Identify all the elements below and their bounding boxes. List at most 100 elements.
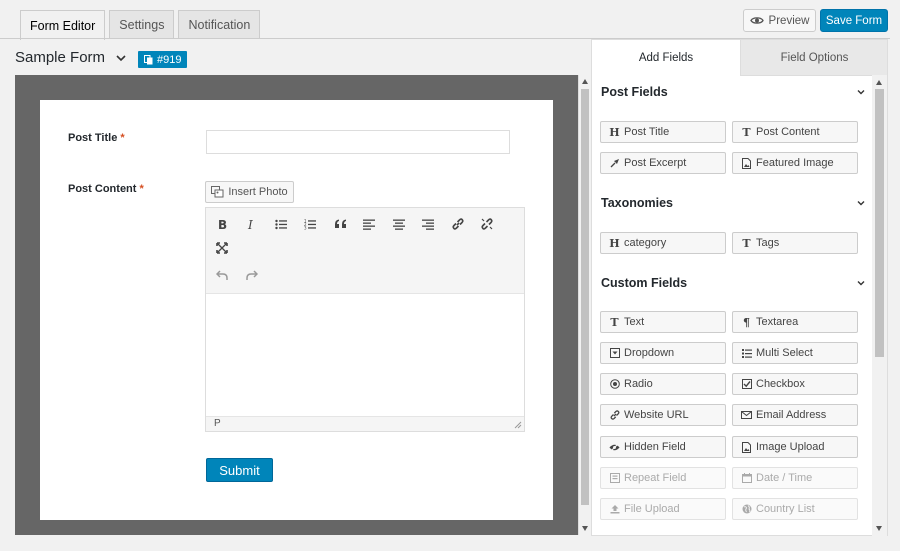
repeat-icon <box>609 473 620 484</box>
field-multi-select[interactable]: Multi Select <box>732 342 858 364</box>
undo-icon[interactable] <box>212 265 232 285</box>
insert-photo-button[interactable]: Insert Photo <box>205 181 294 203</box>
image-icon <box>741 157 752 169</box>
chevron-down-icon[interactable] <box>857 199 865 207</box>
dropdown-icon <box>609 348 620 359</box>
save-form-button[interactable]: Save Form <box>820 9 888 32</box>
submit-button[interactable]: Submit <box>206 458 273 482</box>
pin-icon <box>609 158 620 169</box>
panel-scrollbar[interactable] <box>872 75 887 536</box>
radio-icon <box>609 379 620 390</box>
scroll-down-arrow-icon[interactable] <box>582 526 588 531</box>
resize-handle-icon[interactable] <box>514 421 522 429</box>
tab-field-options[interactable]: Field Options <box>740 40 887 76</box>
align-left-icon[interactable] <box>359 214 379 234</box>
field-textarea[interactable]: ¶ Textarea <box>732 311 858 333</box>
post-title-input[interactable] <box>206 130 510 154</box>
photo-icon <box>211 186 224 198</box>
unlink-icon[interactable] <box>477 214 497 234</box>
field-radio[interactable]: Radio <box>600 373 726 395</box>
scroll-thumb[interactable] <box>581 89 589 505</box>
field-repeat-field[interactable]: Repeat Field <box>600 467 726 489</box>
field-text[interactable]: T Text <box>600 311 726 333</box>
field-hidden-field[interactable]: Hidden Field <box>600 436 726 458</box>
form-title-dropdown[interactable]: Sample Form <box>15 49 127 66</box>
image-icon <box>741 441 752 453</box>
text-icon: T <box>742 236 751 250</box>
field-date-time[interactable]: Date / Time <box>732 467 858 489</box>
align-right-icon[interactable] <box>418 214 438 234</box>
editor-tabs: Form Editor Settings Notification <box>20 10 261 40</box>
svg-text:3: 3 <box>304 225 307 230</box>
text-icon: T <box>742 125 751 139</box>
field-website-url[interactable]: Website URL <box>600 404 726 426</box>
italic-icon[interactable]: I <box>241 214 261 234</box>
form-id-badge[interactable]: #919 <box>138 51 188 68</box>
field-email-address[interactable]: Email Address <box>732 404 858 426</box>
required-mark: * <box>120 132 125 144</box>
scroll-up-arrow-icon[interactable] <box>582 79 588 84</box>
field-file-upload[interactable]: File Upload <box>600 498 726 520</box>
globe-icon <box>741 504 752 515</box>
form-id-text: #919 <box>157 53 182 66</box>
scroll-thumb[interactable] <box>875 89 884 357</box>
list-icon <box>741 348 752 359</box>
required-mark: * <box>139 183 144 195</box>
post-content-editor[interactable]: B I 123 P <box>205 207 525 432</box>
field-checkbox[interactable]: Checkbox <box>732 373 858 395</box>
chevron-down-icon[interactable] <box>857 279 865 287</box>
align-center-icon[interactable] <box>389 214 409 234</box>
fullscreen-icon[interactable] <box>212 238 232 258</box>
envelope-icon <box>741 410 752 421</box>
panel-tabs: Add Fields Field Options <box>592 40 887 76</box>
preview-label: Preview <box>768 14 810 27</box>
tab-add-fields[interactable]: Add Fields <box>592 40 740 76</box>
field-category[interactable]: Hcategory <box>600 232 726 254</box>
editor-status-bar: P <box>206 416 524 431</box>
stage-scrollbar[interactable] <box>578 75 591 535</box>
field-post-title[interactable]: H Post Title <box>600 121 726 143</box>
element-path: P <box>214 418 221 429</box>
scroll-down-arrow-icon[interactable] <box>876 526 882 531</box>
field-country-list[interactable]: Country List <box>732 498 858 520</box>
insert-photo-label: Insert Photo <box>228 186 288 198</box>
tab-settings[interactable]: Settings <box>109 10 175 39</box>
section-title-post-fields[interactable]: Post Fields <box>601 85 668 99</box>
editor-toolbar: B I 123 <box>206 208 524 294</box>
form-name: Sample Form <box>15 49 106 66</box>
checkbox-icon <box>741 379 752 390</box>
field-post-excerpt[interactable]: Post Excerpt <box>600 152 726 174</box>
field-dropdown[interactable]: Dropdown <box>600 342 726 364</box>
post-title-label: Post Title * <box>68 132 125 144</box>
preview-button[interactable]: Preview <box>743 9 816 32</box>
eye-icon <box>749 16 764 25</box>
tab-notification[interactable]: Notification <box>178 10 261 39</box>
svg-text:B: B <box>218 218 227 230</box>
blockquote-icon[interactable] <box>330 214 350 234</box>
scroll-up-arrow-icon[interactable] <box>876 80 882 85</box>
field-post-content[interactable]: T Post Content <box>732 121 858 143</box>
field-tags[interactable]: T Tags <box>732 232 858 254</box>
bullet-list-icon[interactable] <box>271 214 291 234</box>
section-title-custom-fields[interactable]: Custom Fields <box>601 276 687 290</box>
chevron-down-icon <box>115 52 127 64</box>
copy-icon <box>144 54 153 65</box>
eye-slash-icon <box>609 442 620 453</box>
heading-icon: H <box>609 236 620 250</box>
link-icon[interactable] <box>448 214 468 234</box>
heading-icon: H <box>609 125 620 139</box>
calendar-icon <box>741 473 752 484</box>
bold-icon[interactable]: B <box>212 214 232 234</box>
post-content-label: Post Content * <box>68 183 144 195</box>
redo-icon[interactable] <box>241 265 261 285</box>
section-title-taxonomies[interactable]: Taxonomies <box>601 196 673 210</box>
upload-icon <box>609 504 620 515</box>
tab-form-editor[interactable]: Form Editor <box>20 10 106 40</box>
numbered-list-icon[interactable]: 123 <box>300 214 320 234</box>
chevron-down-icon[interactable] <box>857 88 865 96</box>
link-icon <box>609 410 620 421</box>
svg-text:I: I <box>247 218 253 230</box>
field-featured-image[interactable]: Featured Image <box>732 152 858 174</box>
text-icon: T <box>610 315 619 329</box>
field-image-upload[interactable]: Image Upload <box>732 436 858 458</box>
